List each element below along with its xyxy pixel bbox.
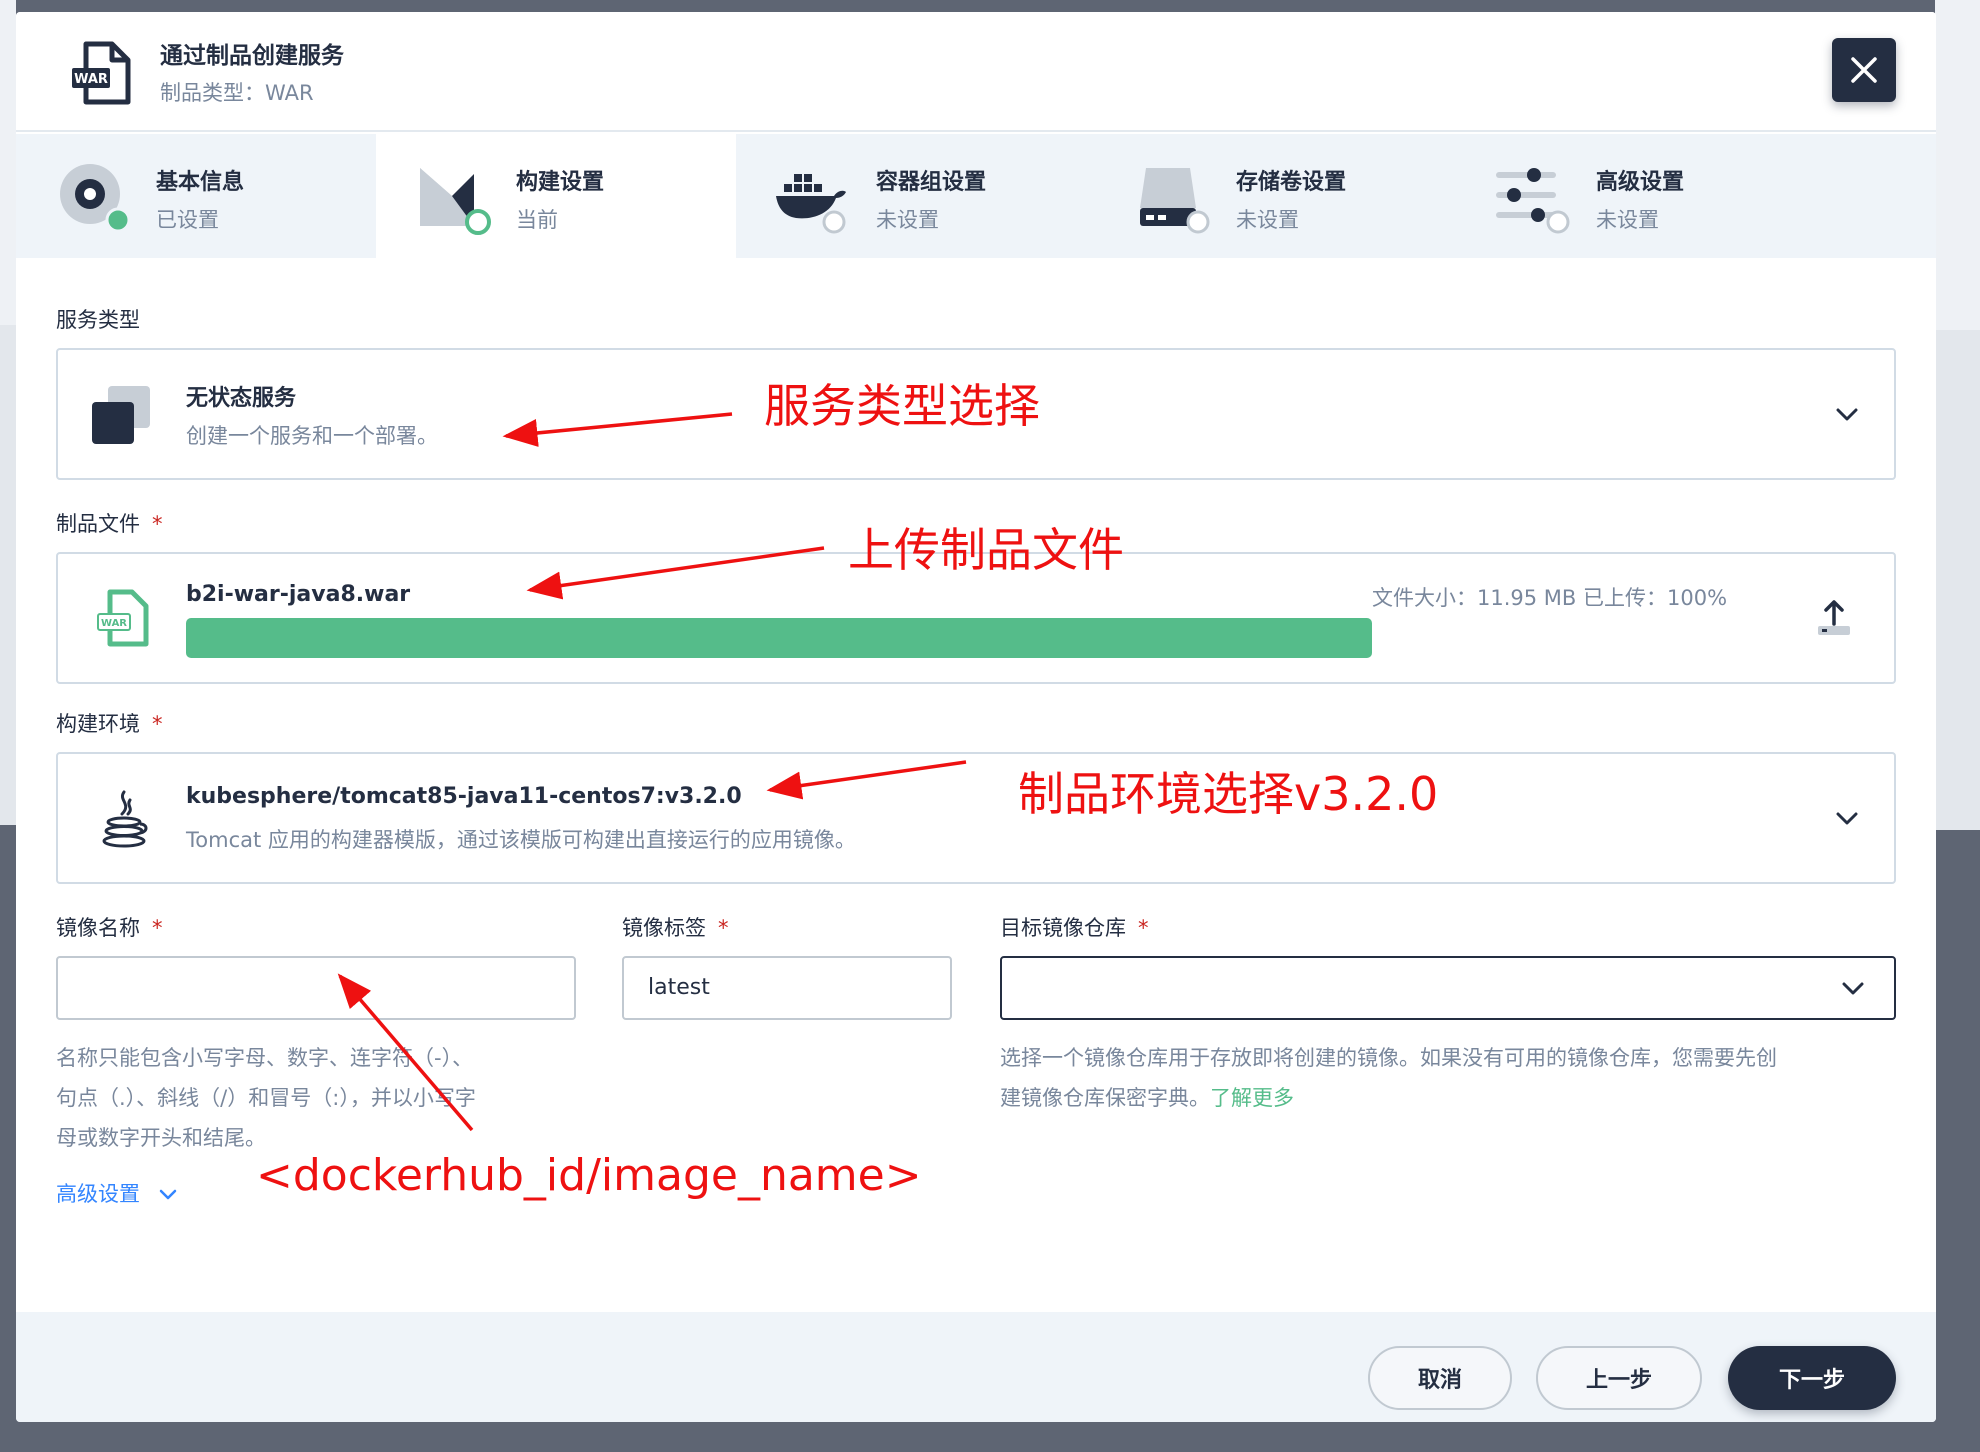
tab-basic-info[interactable]: 基本信息 已设置: [16, 134, 376, 258]
chevron-down-icon: [1836, 408, 1858, 421]
step-status: 已设置: [156, 208, 219, 232]
upload-meta: 文件大小：11.95 MB 已上传：100%: [1372, 586, 1728, 610]
java-icon: [102, 790, 148, 848]
disc-icon: [60, 164, 131, 233]
service-type-title: 无状态服务: [186, 386, 297, 411]
tab-volume-settings[interactable]: 存储卷设置 未设置: [1096, 134, 1456, 258]
previous-step-button[interactable]: 上一步: [1536, 1346, 1702, 1410]
background-panel: [0, 0, 16, 325]
sliders-icon: [1496, 168, 1570, 234]
cancel-button[interactable]: 取消: [1368, 1346, 1512, 1410]
chevron-down-icon: [1842, 982, 1864, 995]
annotation-image-name: <dockerhub_id/image_name>: [256, 1150, 922, 1201]
advanced-settings-toggle[interactable]: 高级设置: [56, 1178, 177, 1208]
chevron-down-icon: [1836, 812, 1858, 825]
image-name-input[interactable]: [56, 956, 576, 1020]
required-marker: *: [718, 916, 729, 940]
step-title: 基本信息: [156, 170, 245, 195]
war-file-icon: WAR: [72, 41, 131, 105]
step-status: 未设置: [1236, 208, 1299, 232]
war-file-icon: WAR: [97, 589, 149, 647]
dialog-title: 通过制品创建服务: [160, 43, 344, 69]
build-env-desc: Tomcat 应用的构建器模版，通过该模版可构建出直接运行的应用镜像。: [186, 828, 856, 852]
storage-icon: [1140, 168, 1210, 234]
step-title: 构建设置: [516, 170, 605, 195]
docker-icon: [776, 174, 846, 234]
required-marker: *: [1138, 916, 1149, 940]
service-type-desc: 创建一个服务和一个部署。: [186, 424, 438, 448]
step-status: 未设置: [1596, 208, 1659, 232]
close-button[interactable]: [1832, 38, 1896, 102]
tab-pod-settings[interactable]: 容器组设置 未设置: [736, 134, 1096, 258]
upload-icon[interactable]: [1814, 598, 1854, 638]
annotation-service-type: 服务类型选择: [764, 379, 1040, 433]
close-icon: [1851, 57, 1877, 83]
required-marker: *: [152, 916, 163, 940]
background-panel: [0, 325, 16, 825]
dialog-header: WAR 通过制品创建服务 制品类型：WAR: [16, 12, 1936, 132]
registry-hint: 选择一个镜像仓库用于存放即将创建的镜像。如果没有可用的镜像仓库，您需要先创 建镜…: [1000, 1046, 1777, 1110]
image-tag-input[interactable]: latest: [622, 956, 952, 1020]
build-env-select[interactable]: kubesphere/tomcat85-java11-centos7:v3.2.…: [56, 752, 1896, 884]
step-title: 高级设置: [1596, 170, 1685, 195]
stateless-service-icon: [92, 386, 150, 444]
image-name-label: 镜像名称 *: [56, 916, 163, 940]
background-panel: [1935, 330, 1980, 830]
required-marker: *: [152, 712, 163, 736]
tab-advanced-settings[interactable]: 高级设置 未设置: [1456, 134, 1816, 258]
step-status: 未设置: [876, 208, 939, 232]
required-marker: *: [152, 512, 163, 536]
dialog-subtitle: 制品类型：WAR: [160, 81, 314, 105]
step-title: 存储卷设置: [1236, 170, 1347, 195]
create-service-dialog: WAR 通过制品创建服务 制品类型：WAR 基本信息 已设置 构建设置 当前 容…: [16, 12, 1936, 1422]
artifact-file-name: b2i-war-java8.war: [186, 582, 411, 607]
registry-label: 目标镜像仓库 *: [1000, 916, 1149, 940]
chevron-down-icon: [159, 1189, 176, 1200]
step-title: 容器组设置: [876, 170, 987, 195]
war-badge: WAR: [74, 72, 108, 87]
annotation-build-env: 制品环境选择v3.2.0: [1018, 767, 1439, 821]
service-type-label: 服务类型: [56, 308, 140, 332]
upload-progress-bar: [186, 618, 1372, 658]
step-tabs: 基本信息 已设置 构建设置 当前 容器组设置 未设置 存储卷设置 未设置 高级设…: [16, 134, 1936, 258]
image-name-hint: 名称只能包含小写字母、数字、连字符（-）、 句点（.）、斜线（/）和冒号（:），…: [56, 1046, 476, 1150]
build-icon: [420, 168, 491, 235]
learn-more-link[interactable]: 了解更多: [1210, 1086, 1294, 1110]
dialog-footer: 取消 上一步 下一步: [16, 1312, 1936, 1422]
image-tag-label: 镜像标签 *: [622, 916, 729, 940]
registry-select[interactable]: [1000, 956, 1896, 1020]
build-env-title: kubesphere/tomcat85-java11-centos7:v3.2.…: [186, 784, 742, 809]
war-badge: WAR: [101, 618, 127, 629]
tab-build-settings[interactable]: 构建设置 当前: [376, 134, 736, 258]
artifact-file-label: 制品文件 *: [56, 512, 163, 536]
build-env-label: 构建环境 *: [56, 712, 163, 736]
step-status: 当前: [516, 208, 558, 232]
next-step-button[interactable]: 下一步: [1728, 1346, 1896, 1410]
annotation-upload: 上传制品文件: [848, 523, 1124, 577]
